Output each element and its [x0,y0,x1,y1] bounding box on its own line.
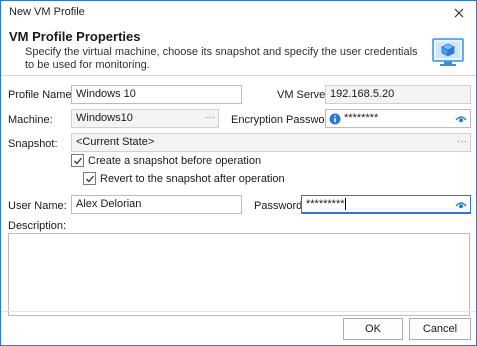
create-snapshot-label: Create a snapshot before operation [88,154,262,167]
encryption-password-input[interactable]: ******** [325,109,471,128]
machine-value: Windows10 [76,112,133,124]
encryption-password-label: Encryption Password: [231,114,338,126]
checkmark-icon [85,175,94,182]
text-cursor [344,198,346,211]
password-input[interactable]: ********* [301,195,471,214]
revert-snapshot-checkbox[interactable]: Revert to the snapshot after operation [83,172,285,185]
create-snapshot-checkbox[interactable]: Create a snapshot before operation [71,154,261,167]
header-separator [1,75,476,76]
vm-server-input[interactable]: 192.168.5.20 [325,85,471,104]
user-name-label: User Name: [8,200,67,212]
revert-snapshot-label: Revert to the snapshot after operation [100,172,285,185]
title-bar: New VM Profile [1,1,476,25]
header-area: VM Profile Properties Specify the virtua… [1,25,476,75]
checkmark-icon [73,157,82,164]
snapshot-input[interactable]: <Current State> ··· [71,133,471,152]
vm-server-value: 192.168.5.20 [330,88,395,100]
info-icon [329,113,341,125]
window-title: New VM Profile [9,6,85,18]
profile-name-input[interactable]: Windows 10 [71,85,242,104]
description-textarea[interactable] [8,233,470,316]
password-value: ********* [306,198,345,210]
footer-separator [1,311,476,312]
machine-browse-button[interactable]: ··· [205,111,215,125]
user-name-input[interactable]: Alex Delorian [71,195,242,214]
cancel-button[interactable]: Cancel [409,318,471,340]
revert-snapshot-checkbox-box[interactable] [83,172,96,185]
machine-label: Machine: [8,114,53,126]
close-button[interactable] [448,3,470,23]
header-title: VM Profile Properties [9,29,141,44]
snapshot-value: <Current State> [76,136,155,148]
profile-name-value: Windows 10 [76,88,136,100]
eye-icon[interactable] [455,113,467,125]
password-label: Password: [254,200,306,212]
eye-icon[interactable] [455,199,467,211]
snapshot-label: Snapshot: [8,138,58,150]
description-label: Description: [8,220,67,232]
machine-input[interactable]: Windows10 ··· [71,109,219,128]
profile-name-label: Profile Name: [8,89,75,101]
ok-button[interactable]: OK [343,318,403,340]
close-icon [454,8,464,18]
vm-server-label: VM Server: [277,89,333,101]
create-snapshot-checkbox-box[interactable] [71,154,84,167]
user-name-value: Alex Delorian [76,198,142,210]
snapshot-browse-button[interactable]: ··· [457,135,467,149]
new-vm-profile-dialog: New VM Profile VM Profile Properties Spe… [0,0,477,346]
virtual-machine-icon [431,33,467,69]
header-description: Specify the virtual machine, choose its … [25,46,418,71]
encryption-password-value: ******** [344,112,379,124]
